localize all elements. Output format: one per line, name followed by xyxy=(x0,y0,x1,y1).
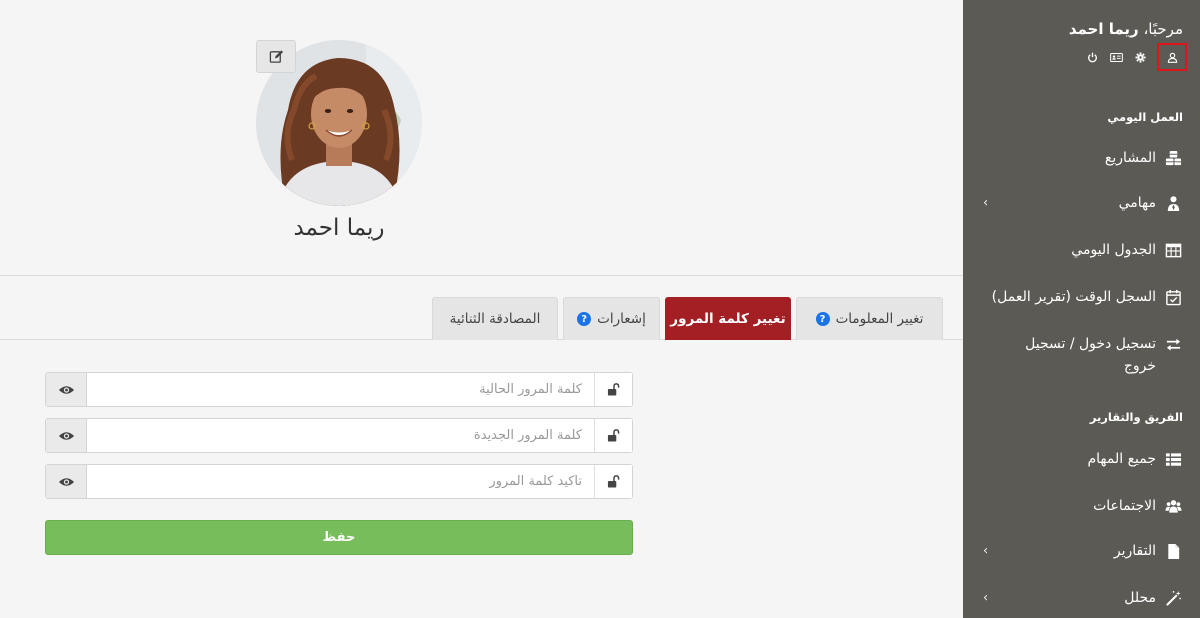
show-password-button[interactable] xyxy=(46,465,87,498)
sidebar-item-label: السجل الوقت (تقرير العمل) xyxy=(991,289,1156,305)
unlock-icon xyxy=(594,419,632,452)
edit-icon xyxy=(269,50,283,63)
current-password-group xyxy=(45,372,633,407)
sidebar-item-time-log[interactable]: السجل الوقت (تقرير العمل) xyxy=(963,277,1183,317)
sidebar-item-label: المشاريع xyxy=(1104,150,1156,166)
gear-icon[interactable] xyxy=(1129,46,1151,68)
magic-wand-icon xyxy=(1163,589,1183,607)
help-icon[interactable]: ? xyxy=(577,312,592,326)
greeting: مرحبًا، ريما احمد xyxy=(1069,20,1183,38)
tab-label: إشعارات xyxy=(597,311,646,327)
cubes-icon xyxy=(1163,149,1183,167)
tab-label: تغيير المعلومات xyxy=(835,311,924,327)
chevron-left-icon: › xyxy=(983,195,989,211)
chevron-left-icon: › xyxy=(983,590,989,606)
file-icon xyxy=(1163,542,1183,560)
eye-icon xyxy=(58,385,74,394)
users-icon xyxy=(1163,497,1183,515)
confirm-password-group xyxy=(45,464,633,499)
sidebar-item-label: جميع المهام xyxy=(1087,451,1156,467)
sidebar-item-label: مهامي xyxy=(1118,195,1156,211)
sidebar-item-label: الاجتماعات xyxy=(1093,498,1156,514)
tab-label: المصادقة الثنائية xyxy=(449,311,541,327)
settings-tabs: تغيير المعلومات ? تغيير كلمة المرور إشعا… xyxy=(0,297,963,340)
tab-two-factor[interactable]: المصادقة الثنائية xyxy=(432,297,558,340)
tab-change-password[interactable]: تغيير كلمة المرور xyxy=(665,297,791,340)
sidebar-item-analyzer[interactable]: محلل › xyxy=(963,578,1183,618)
sidebar-top-icons xyxy=(1081,43,1187,71)
eye-icon xyxy=(58,431,74,440)
power-icon[interactable] xyxy=(1081,46,1103,68)
tab-change-info[interactable]: تغيير المعلومات ? xyxy=(796,297,943,340)
sidebar-item-projects[interactable]: المشاريع xyxy=(963,138,1183,178)
exchange-icon xyxy=(1163,335,1183,353)
sidebar-item-label: تسجيل دخول / تسجيل خروج xyxy=(1025,336,1156,374)
show-password-button[interactable] xyxy=(46,419,87,452)
sidebar-item-label: محلل xyxy=(1124,590,1156,606)
sidebar-item-check-in-out[interactable]: تسجيل دخول / تسجيل خروج xyxy=(963,333,1183,389)
sidebar-item-meetings[interactable]: الاجتماعات xyxy=(963,486,1183,526)
section-title-daily-work: العمل اليومي xyxy=(1107,110,1183,124)
show-password-button[interactable] xyxy=(46,373,87,406)
unlock-icon xyxy=(594,465,632,498)
user-icon[interactable] xyxy=(1157,43,1187,71)
sidebar-item-label: الجدول اليومي xyxy=(1071,242,1156,258)
greeting-user-name: ريما احمد xyxy=(1068,20,1139,38)
confirm-password-input[interactable] xyxy=(87,465,594,498)
calendar-check-icon xyxy=(1163,288,1183,306)
eye-icon xyxy=(58,477,74,486)
greeting-prefix: مرحبًا، xyxy=(1143,20,1183,38)
tab-label: تغيير كلمة المرور xyxy=(670,311,786,327)
chevron-left-icon: › xyxy=(983,543,989,559)
section-title-team-reports: الفريق والتقارير xyxy=(1089,410,1183,424)
list-icon xyxy=(1163,450,1183,468)
edit-avatar-button[interactable] xyxy=(256,40,296,73)
user-tie-icon xyxy=(1163,194,1183,212)
profile-name: ريما احمد xyxy=(293,215,385,241)
help-icon[interactable]: ? xyxy=(815,312,830,326)
sidebar-item-reports[interactable]: التقارير › xyxy=(963,531,1183,571)
sidebar-item-my-tasks[interactable]: مهامي › xyxy=(963,183,1183,223)
tab-notifications[interactable]: إشعارات ? xyxy=(563,297,660,340)
sidebar-item-daily-schedule[interactable]: الجدول اليومي xyxy=(963,230,1183,270)
sidebar: مرحبًا، ريما احمد العمل اليومي المشاريع … xyxy=(963,0,1200,618)
new-password-group xyxy=(45,418,633,453)
unlock-icon xyxy=(594,373,632,406)
profile-header: ريما احمد xyxy=(0,0,963,276)
sidebar-item-label: التقارير xyxy=(1113,543,1156,559)
table-icon xyxy=(1163,241,1183,259)
save-button[interactable]: حفظ xyxy=(45,520,633,555)
sidebar-item-all-tasks[interactable]: جميع المهام xyxy=(963,439,1183,479)
id-card-icon[interactable] xyxy=(1105,46,1127,68)
current-password-input[interactable] xyxy=(87,373,594,406)
new-password-input[interactable] xyxy=(87,419,594,452)
